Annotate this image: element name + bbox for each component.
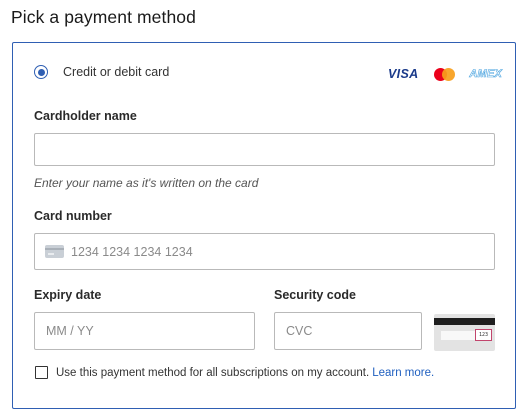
visa-logo-icon: VISA [388,67,419,81]
cvc-code-highlight: 123 [475,329,492,341]
cardholder-name-help: Enter your name as it's written on the c… [34,176,259,190]
cardholder-name-label: Cardholder name [34,109,137,123]
save-payment-method-row: Use this payment method for all subscrip… [35,366,434,379]
security-code-label: Security code [274,288,356,302]
card-method-label: Credit or debit card [63,65,170,79]
card-brands: VISA AMEX [388,67,502,81]
card-number-label: Card number [34,209,112,223]
card-number-input[interactable] [64,234,494,269]
amex-logo-icon: AMEX [469,68,502,81]
security-code-input[interactable] [275,313,421,349]
expiry-date-input[interactable] [35,313,254,349]
cvc-location-illustration: 123 [434,314,495,351]
expiry-date-label: Expiry date [34,288,102,302]
mastercard-logo-icon [434,67,456,81]
save-payment-method-checkbox[interactable] [35,366,48,379]
magnetic-stripe [434,318,495,325]
cardholder-name-field[interactable] [34,133,495,166]
security-code-field[interactable] [274,312,422,350]
cardholder-name-input[interactable] [35,134,494,165]
radio-selected-dot [37,68,45,76]
card-method-radio[interactable] [34,65,48,79]
save-payment-method-text: Use this payment method for all subscrip… [56,367,434,379]
save-payment-method-label: Use this payment method for all subscrip… [56,366,370,379]
payment-method-panel: Credit or debit card VISA AMEX Cardholde… [12,42,516,409]
learn-more-link[interactable]: Learn more. [372,367,434,379]
page-title: Pick a payment method [11,7,196,27]
card-number-field[interactable] [34,233,495,270]
expiry-date-field[interactable] [34,312,255,350]
credit-card-icon [45,245,64,258]
card-method-option[interactable]: Credit or debit card [34,65,169,79]
